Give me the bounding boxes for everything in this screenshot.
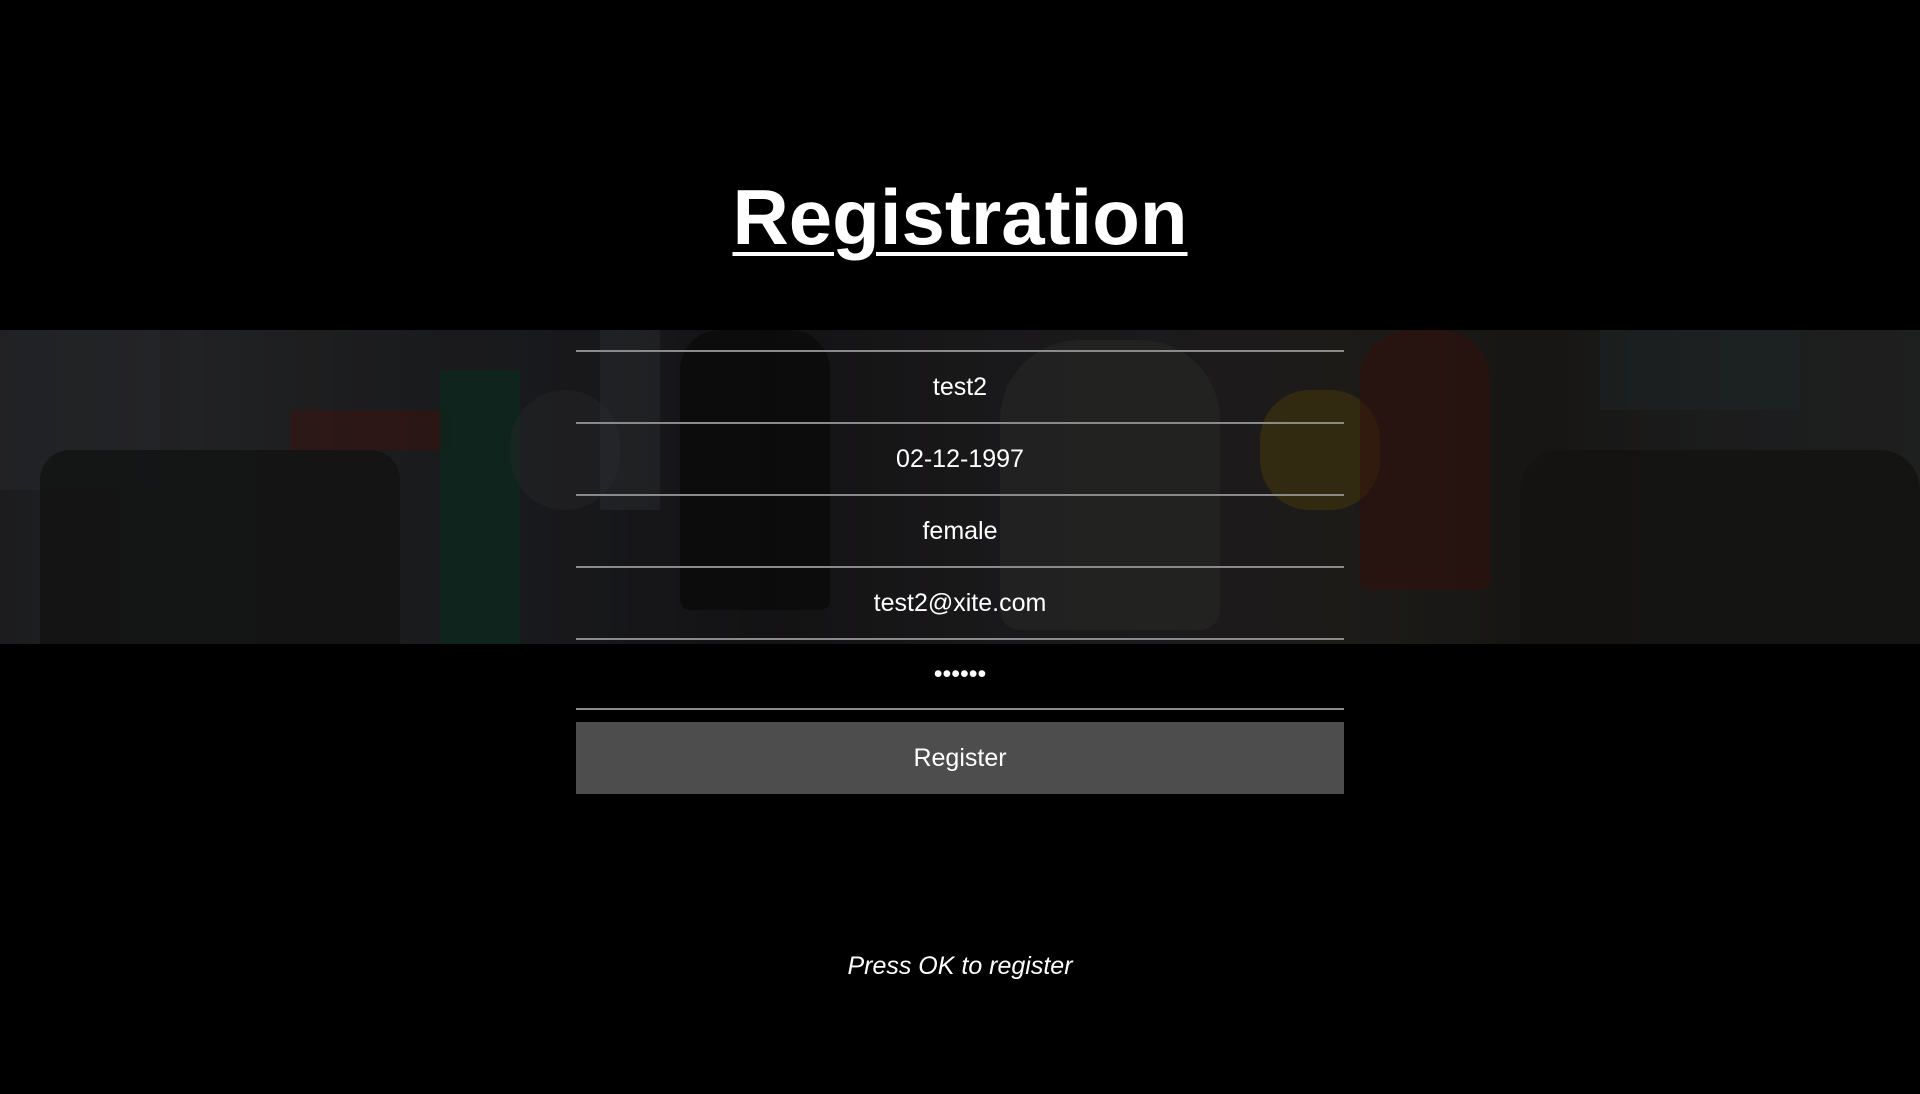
register-hint: Press OK to register bbox=[847, 952, 1073, 980]
registration-form: Register bbox=[576, 350, 1344, 794]
gender-field[interactable] bbox=[576, 494, 1344, 566]
name-field[interactable] bbox=[576, 350, 1344, 422]
register-button[interactable]: Register bbox=[576, 722, 1344, 794]
page-title: Registration bbox=[732, 173, 1188, 261]
password-field[interactable] bbox=[576, 638, 1344, 710]
email-field[interactable] bbox=[576, 566, 1344, 638]
birthdate-field[interactable] bbox=[576, 422, 1344, 494]
registration-page: Registration Register Press OK to regist… bbox=[0, 0, 1920, 1094]
